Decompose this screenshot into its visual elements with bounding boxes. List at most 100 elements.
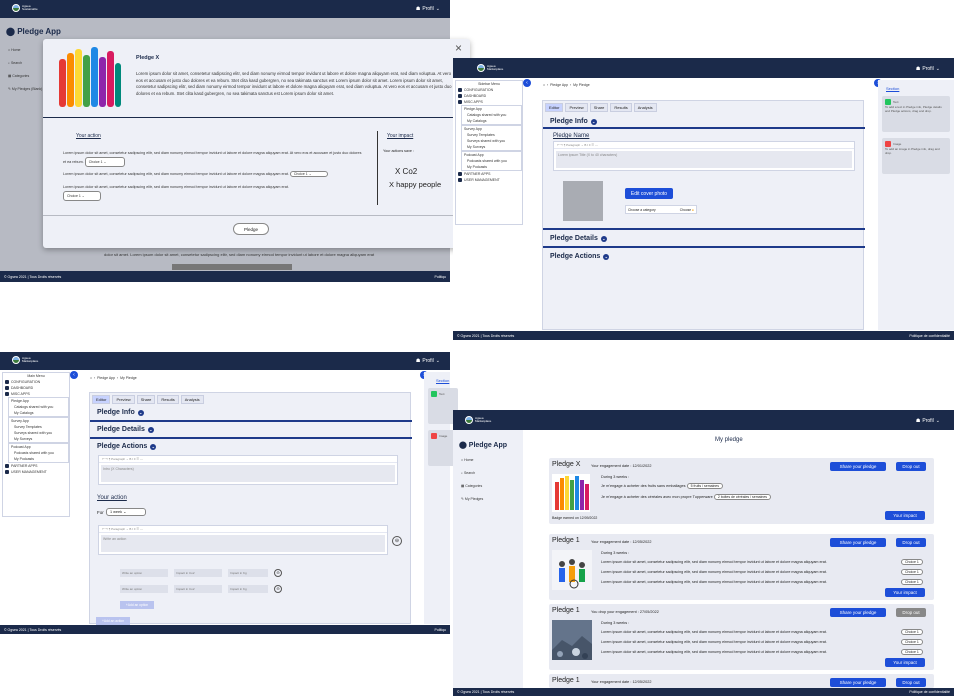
choice-pill[interactable]: Choice 1: [901, 639, 923, 645]
drop-out-button[interactable]: Drop out: [896, 538, 926, 547]
kg-input[interactable]: Impact in Kg: [228, 585, 268, 593]
tab-preview[interactable]: Preview: [565, 103, 588, 112]
top-bar: Agsea Marketplace ☗ Profil ⌄: [453, 410, 954, 430]
action-editor[interactable]: ↶ ↷ ¶ Paragraph ⌄ B I ≡ ☰ ⋯ Write an act…: [98, 525, 388, 555]
your-impact-button[interactable]: Your impact: [885, 588, 925, 597]
nav-search[interactable]: ⌕ Search: [461, 467, 483, 480]
share-pledge-button[interactable]: Share your pledge: [830, 678, 886, 687]
tab-results[interactable]: Results: [157, 395, 179, 404]
logo[interactable]: Agsea Marketplace: [477, 64, 503, 72]
choice-pill[interactable]: Choice 1: [901, 569, 923, 575]
tab-share[interactable]: Share: [136, 395, 156, 404]
tab-share[interactable]: Share: [589, 103, 609, 112]
option-input[interactable]: Write an option: [120, 585, 168, 593]
pledge-title: Pledge 1: [552, 537, 580, 544]
pledge-info-heading[interactable]: Pledge Info ⌄: [97, 409, 144, 416]
intro-editor[interactable]: ↶ ↷ ¶ Paragraph ⌄ B I ≡ ☰ ⋯ Intro (X Cha…: [98, 455, 398, 485]
logo[interactable]: Agsea Marketplace: [465, 416, 491, 424]
scroll-bar[interactable]: [172, 264, 292, 270]
tab-preview[interactable]: Preview: [112, 395, 135, 404]
nav-home[interactable]: ⌂ Home: [461, 454, 483, 467]
choice-select[interactable]: Choice 1 ⌄: [63, 191, 101, 201]
nav-search[interactable]: ⌕ Search: [8, 57, 42, 70]
delete-action-icon[interactable]: ⊖: [392, 536, 402, 546]
nav-my-pledges[interactable]: ✎ My Pledges: [461, 493, 483, 506]
edit-cover-button[interactable]: Edit cover photo: [625, 188, 673, 199]
image-tool-card[interactable]: Image To add an image in Pledge info, dra…: [882, 138, 950, 174]
choice-pill[interactable]: Choice 1: [901, 579, 923, 585]
choice-pill[interactable]: Choice 1: [901, 649, 923, 655]
editor-tabs: Editor Preview Share Results Analysis: [545, 103, 657, 112]
nav-categories[interactable]: ▦ Categories: [8, 70, 42, 83]
nav-home[interactable]: ⌂ Home: [8, 44, 42, 57]
delete-option-icon[interactable]: ⊖: [274, 569, 282, 577]
footer: © Ogsea 2021 | Tous Droits réservés Polit…: [0, 271, 450, 282]
tab-editor[interactable]: Editor: [92, 395, 111, 404]
choice-pill[interactable]: 5 fruits / semaines: [686, 483, 723, 489]
editor-toolbar[interactable]: ↶ ↷ ¶ Paragraph ⌄ B I ≡ ☰ ⋯: [99, 526, 387, 533]
pledge-info-heading[interactable]: Pledge Info ⌄: [550, 118, 597, 125]
profile-menu[interactable]: ☗ Profil ⌄: [416, 6, 440, 12]
pledge-details-heading[interactable]: Pledge Details ⌄: [550, 235, 607, 242]
your-impact-button[interactable]: Your impact: [885, 658, 925, 667]
pledge-button[interactable]: Pledge: [233, 223, 269, 235]
choice-pill[interactable]: Choice 1: [901, 629, 923, 635]
editor-toolbar[interactable]: ↶ ↷ ¶ Paragraph ⌄ B I ≡ ☰ ⋯: [554, 142, 854, 149]
delete-option-icon[interactable]: ⊖: [274, 585, 282, 593]
menu-user-management[interactable]: USER MANAGEMENT: [456, 177, 522, 183]
your-impact-button[interactable]: Your impact: [885, 511, 925, 520]
add-option-button[interactable]: + Add an option: [120, 601, 154, 609]
drop-out-button[interactable]: Drop out: [896, 678, 926, 687]
nav-my-pledges[interactable]: ✎ My Pledges (Blank): [8, 83, 42, 96]
pledge-details-heading[interactable]: Pledge Details ⌄: [97, 426, 154, 433]
pledge-name-editor[interactable]: ↶ ↷ ¶ Paragraph ⌄ B I ≡ ☰ ⋯ Lorem ipsum …: [553, 141, 855, 171]
pledge-image: [552, 550, 592, 590]
profile-menu[interactable]: ☗ Profil ⌄: [916, 418, 940, 424]
menu-my-podcasts[interactable]: My Podcasts: [462, 164, 521, 170]
editor-toolbar[interactable]: ↶ ↷ ¶ Paragraph ⌄ B I ≡ ☰ ⋯: [99, 456, 397, 463]
category-picker[interactable]: Choose a category Choose ●: [625, 205, 697, 214]
tab-editor[interactable]: Editor: [545, 103, 564, 112]
profile-menu[interactable]: ☗ Profil ⌄: [416, 358, 440, 364]
drop-out-button[interactable]: Drop out: [896, 608, 926, 617]
text-tool-card[interactable]: Text To add a text in Pledge info, Pledge…: [882, 96, 950, 132]
nav-categories[interactable]: ▦ Categories: [461, 480, 483, 493]
choice-select[interactable]: Choice 1 ⌄: [289, 171, 328, 177]
side-nav: ⬤ Pledge App ⌂ Home ⌕ Search ▦ Categorie…: [453, 430, 523, 688]
menu-my-podcasts[interactable]: My Podcasts: [9, 456, 68, 462]
profile-menu[interactable]: ☗ Profil ⌄: [916, 66, 940, 72]
co2-input[interactable]: Impact in Co2: [174, 585, 222, 593]
close-icon[interactable]: ×: [455, 41, 462, 55]
editor-area[interactable]: Intro (X Characters): [101, 465, 395, 482]
action-line: Lorem ipsum dolor sit amet, consetetur s…: [601, 570, 827, 574]
pledge-actions-heading[interactable]: Pledge Actions ⌄: [550, 253, 610, 260]
option-input[interactable]: Write an option: [120, 569, 168, 577]
pledge-actions-heading[interactable]: Pledge Actions ⌄: [97, 443, 157, 450]
choice-select[interactable]: Choice 1 ⌄: [84, 157, 125, 167]
tab-analysis[interactable]: Analysis: [180, 395, 204, 404]
menu-my-surveys[interactable]: My Surveys: [9, 436, 68, 442]
choice-pill[interactable]: Choice 1: [901, 559, 923, 565]
tab-results[interactable]: Results: [610, 103, 632, 112]
menu-user-management[interactable]: USER MANAGEMENT: [3, 469, 69, 475]
choice-pill[interactable]: 2 boites de céréales / semaines: [713, 494, 772, 500]
collapse-sidebar-icon[interactable]: ‹: [523, 79, 531, 87]
menu-my-catalogs[interactable]: My Catalogs: [9, 410, 68, 416]
collapse-sidebar-icon[interactable]: ‹: [70, 371, 78, 379]
duration-select[interactable]: 1 week ⌄: [106, 508, 146, 516]
menu-my-surveys[interactable]: My Surveys: [462, 144, 521, 150]
share-pledge-button[interactable]: Share your pledge: [830, 608, 886, 617]
kg-input[interactable]: Impact in Kg: [228, 569, 268, 577]
share-pledge-button[interactable]: Share your pledge: [830, 538, 886, 547]
logo[interactable]: Agsea Sustainable: [12, 4, 38, 12]
main-card: Editor Preview Share Results Analysis Pl…: [542, 100, 865, 330]
logo[interactable]: Agsea Marketplace: [12, 356, 38, 364]
editor-area[interactable]: Write an action: [101, 535, 385, 552]
editor-area[interactable]: Lorem ipsum Title (X to 40 characters): [556, 151, 852, 168]
tab-analysis[interactable]: Analysis: [633, 103, 657, 112]
drop-out-button[interactable]: Drop out: [896, 462, 926, 471]
add-action-button[interactable]: + Add an action: [96, 617, 130, 625]
share-pledge-button[interactable]: Share your pledge: [830, 462, 886, 471]
co2-input[interactable]: Impact in Co2: [174, 569, 222, 577]
menu-my-catalogs[interactable]: My Catalogs: [462, 118, 521, 124]
